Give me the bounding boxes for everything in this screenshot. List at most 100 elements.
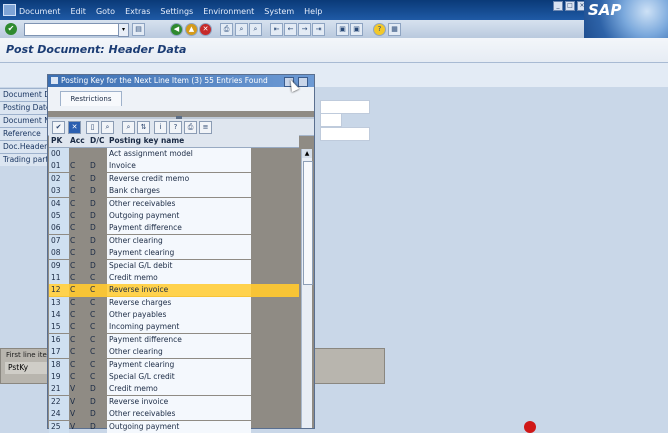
first-page-icon[interactable]: ⇤ <box>270 23 283 36</box>
minimize-icon[interactable]: _ <box>553 1 563 11</box>
tab-restrictions[interactable]: Restrictions <box>60 91 122 106</box>
table-row[interactable]: 07 C D Other clearing <box>49 234 299 247</box>
cell-name: Other payables <box>107 309 251 322</box>
table-row[interactable]: 15 C C Incoming payment <box>49 321 299 334</box>
cell-pk: 08 <box>49 247 69 260</box>
cell-acc: C <box>70 272 76 282</box>
choose-icon[interactable]: ✔ <box>52 121 65 134</box>
help-icon[interactable]: ? <box>169 121 182 134</box>
print-icon[interactable]: ⎙ <box>184 121 197 134</box>
label-reference: Reference <box>0 127 51 140</box>
table-row[interactable]: 00 Act assignment model <box>49 148 299 160</box>
table-row[interactable]: 01 C D Invoice <box>49 160 299 173</box>
table-row[interactable]: 13 C C Reverse charges <box>49 296 299 309</box>
menu-edit[interactable]: Edit <box>65 7 91 16</box>
scroll-up-icon[interactable]: ▲ <box>302 149 312 158</box>
cell-pk: 02 <box>49 172 69 185</box>
menu-extras[interactable]: Extras <box>120 7 155 16</box>
cell-name: Reverse invoice <box>107 284 251 297</box>
vertical-scrollbar[interactable]: ▲ <box>301 149 313 428</box>
column-acc[interactable]: Acc <box>70 135 85 147</box>
cell-name: Outgoing payment <box>107 209 251 222</box>
cell-acc: V <box>70 409 76 419</box>
cell-dc: D <box>90 409 96 419</box>
table-row[interactable]: 04 C D Other receivables <box>49 197 299 210</box>
find-icon[interactable]: ⌕ <box>235 23 248 36</box>
standard-toolbar: ✔ ▾ ▤ ◀ ▲ ✕ ⎙ ⌕ ⌕ ⇤ ← → ⇥ ▣ ▣ ? ▦ <box>0 20 584 39</box>
sort-icon[interactable]: ⇅ <box>137 121 150 134</box>
dialog-close-icon[interactable] <box>298 77 308 87</box>
label-document-date: Document D <box>0 88 51 101</box>
menu-environment[interactable]: Environment <box>198 7 259 16</box>
table-row[interactable]: 14 C C Other payables <box>49 309 299 322</box>
new-session-icon[interactable]: ▣ <box>336 23 349 36</box>
table-row[interactable]: 11 C C Credit memo <box>49 271 299 284</box>
table-row[interactable]: 22 V D Reverse invoice <box>49 395 299 408</box>
last-page-icon[interactable]: ⇥ <box>312 23 325 36</box>
menu-system[interactable]: System <box>259 7 299 16</box>
scrollbar-thumb[interactable] <box>303 161 313 285</box>
shortcut-icon[interactable]: ▣ <box>350 23 363 36</box>
cancel-icon[interactable]: ✕ <box>199 23 212 36</box>
column-posting-key-name[interactable]: Posting key name <box>109 135 184 147</box>
menu-goto[interactable]: Goto <box>91 7 120 16</box>
cancel-selection-icon[interactable]: ✕ <box>68 121 81 134</box>
table-row[interactable]: 18 C C Payment clearing <box>49 358 299 371</box>
enter-icon[interactable]: ✔ <box>5 23 17 35</box>
document-number-field[interactable] <box>320 113 342 127</box>
reference-field[interactable] <box>320 127 370 141</box>
table-row[interactable]: 17 C C Other clearing <box>49 346 299 359</box>
table-row[interactable]: 24 V D Other receivables <box>49 408 299 421</box>
menu-document[interactable]: Document <box>14 7 65 16</box>
cell-name: Reverse credit memo <box>107 172 251 185</box>
cell-dc: C <box>90 285 96 295</box>
cell-pk: 18 <box>49 358 69 371</box>
find-next-icon[interactable]: ⌕ <box>122 121 135 134</box>
back-icon[interactable]: ◀ <box>170 23 183 36</box>
cell-acc: C <box>70 223 76 233</box>
cell-name: Other clearing <box>107 234 251 247</box>
window-controls: _ □ × <box>553 1 587 11</box>
table-row[interactable]: 09 C D Special G/L debit <box>49 259 299 272</box>
table-row[interactable]: 21 V D Credit memo <box>49 383 299 396</box>
cell-acc: C <box>70 186 76 196</box>
exit-icon[interactable]: ▲ <box>185 23 198 36</box>
command-history-icon[interactable]: ▾ <box>118 23 129 37</box>
table-row[interactable]: 08 C D Payment clearing <box>49 247 299 260</box>
settings-icon[interactable]: ≡ <box>199 121 212 134</box>
next-page-icon[interactable]: → <box>298 23 311 36</box>
sap-logo-text: SAP <box>588 1 622 19</box>
column-dc[interactable]: D/C <box>90 135 104 147</box>
table-row[interactable]: 12 C C Reverse invoice <box>49 284 299 297</box>
find-next-icon[interactable]: ⌕ <box>249 23 262 36</box>
table-row[interactable]: 05 C D Outgoing payment <box>49 209 299 222</box>
column-pk[interactable]: PK <box>51 135 62 147</box>
cell-pk: 15 <box>49 321 69 334</box>
menu-settings[interactable]: Settings <box>155 7 198 16</box>
cell-acc: C <box>70 297 76 307</box>
posting-date-field[interactable] <box>320 100 370 114</box>
command-field[interactable] <box>24 23 119 36</box>
save-icon[interactable]: ▤ <box>132 23 145 36</box>
cell-pk: 11 <box>49 271 69 284</box>
layout-icon[interactable]: ▦ <box>388 23 401 36</box>
table-row[interactable]: 06 C D Payment difference <box>49 222 299 235</box>
cell-dc: D <box>90 173 96 183</box>
table-row[interactable]: 16 C C Payment difference <box>49 333 299 346</box>
display-icon[interactable]: ▯ <box>86 121 99 134</box>
find-icon[interactable]: ⌕ <box>101 121 114 134</box>
posting-key-dialog: Posting Key for the Next Line Item (3) 5… <box>47 74 315 433</box>
table-row[interactable]: 19 C C Special G/L credit <box>49 371 299 384</box>
table-row[interactable]: 02 C D Reverse credit memo <box>49 172 299 185</box>
cell-name: Payment difference <box>107 222 251 235</box>
help-icon[interactable]: ? <box>373 23 386 36</box>
maximize-icon[interactable]: □ <box>565 1 575 11</box>
cell-dc: C <box>90 310 96 320</box>
info-icon[interactable]: i <box>154 121 167 134</box>
table-row[interactable]: 03 C D Bank charges <box>49 185 299 198</box>
menu-help[interactable]: Help <box>299 7 327 16</box>
prev-page-icon[interactable]: ← <box>284 23 297 36</box>
print-icon[interactable]: ⎙ <box>220 23 233 36</box>
cell-pk: 16 <box>49 333 69 346</box>
cell-name: Other receivables <box>107 408 251 421</box>
